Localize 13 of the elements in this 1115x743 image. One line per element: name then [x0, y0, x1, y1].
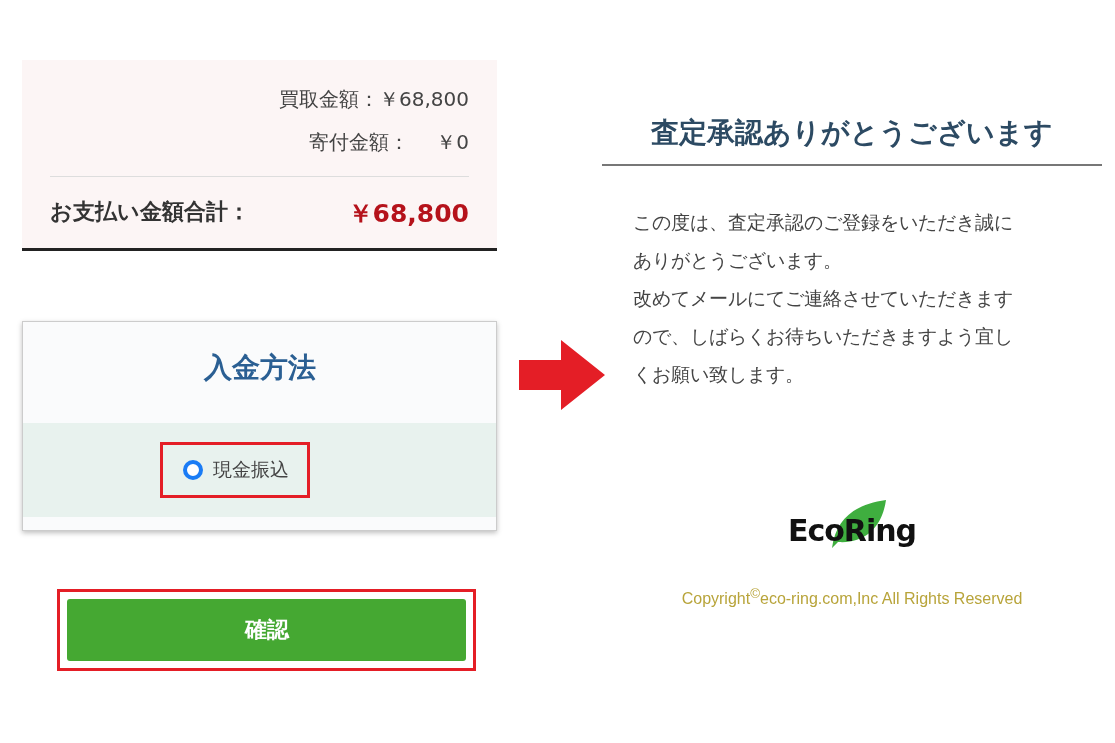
arrow-icon — [519, 340, 605, 410]
radio-option[interactable]: 現金振込 — [159, 442, 310, 498]
amount-value: ￥68,800 — [379, 86, 469, 113]
total-value: ￥68,800 — [347, 198, 469, 230]
amount-value: ￥0 — [435, 129, 469, 156]
amount-label: 寄付金額： — [309, 129, 409, 156]
message-text: この度は、査定承認のご登録をいただき誠に ありがとうございます。 改めてメールにてご連絡させていただきます ので、しばらくお待ちいただきますよう宜し くお願い致します。 — [633, 211, 1014, 387]
thanks-title: 査定承認ありがとうございます — [602, 114, 1102, 166]
total-label: お支払い金額合計： — [50, 198, 250, 226]
copyright-text: Copyright$^{©}$eco-ring.com,Inc All Rights Reserved — [680, 586, 1024, 609]
amount-label: 買取金額： — [279, 86, 379, 113]
radio-icon[interactable] — [182, 460, 203, 480]
card-title: 入金方法 — [202, 350, 317, 386]
